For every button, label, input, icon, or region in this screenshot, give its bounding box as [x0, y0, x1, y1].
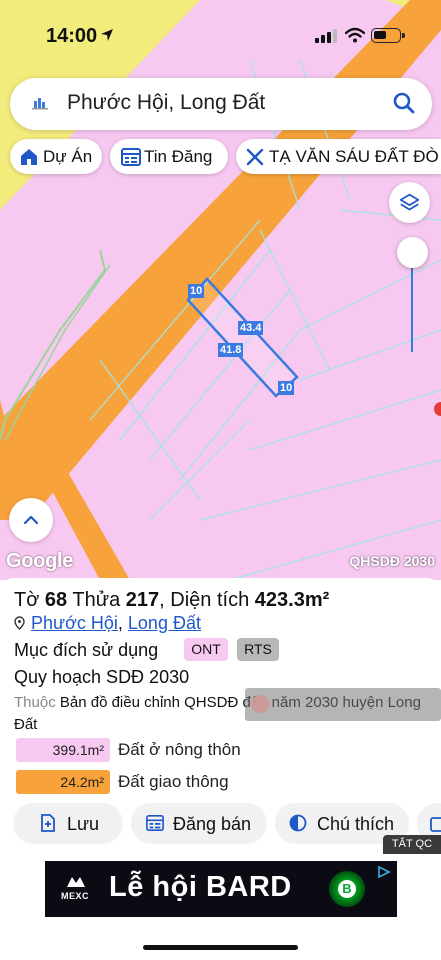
legend-label: Đất giao thông [118, 772, 229, 791]
share-icon [430, 817, 441, 832]
purpose-tag-rts[interactable]: RTS [237, 638, 279, 661]
post-icon [146, 814, 164, 832]
parcel-edge-label: 10 [188, 284, 205, 298]
layers-button[interactable] [389, 182, 430, 223]
save-icon [41, 814, 55, 832]
chip-label: TẠ VĂN SÁU ĐẤT ĐÒ [269, 147, 439, 166]
chip-user-filter[interactable]: TẠ VĂN SÁU ĐẤT ĐÒ [236, 139, 441, 174]
selected-parcel[interactable] [186, 277, 299, 398]
close-ad-button[interactable]: TẮT QC [383, 835, 441, 854]
post-for-sale-button[interactable]: Đăng bán [131, 803, 267, 844]
ad-text: Lễ hội BARD [109, 871, 292, 903]
legend-icon [289, 814, 307, 832]
save-button[interactable]: Lưu [13, 803, 123, 844]
map-layer-name: QHSDĐ 2030 [349, 553, 435, 569]
wifi-icon [345, 27, 365, 43]
post-label: Đăng bán [173, 814, 252, 834]
ward-link[interactable]: Phước Hội [31, 613, 118, 633]
parcel-title: Tờ 68 Thửa 217, Diện tích 423.3m² [14, 589, 330, 611]
parcel-location: Phước Hội, Long Đất [14, 613, 201, 634]
save-label: Lưu [67, 814, 100, 834]
plan-label: Quy hoạch SDĐ 2030 [14, 667, 190, 687]
layers-icon [399, 193, 420, 211]
home-indicator[interactable] [143, 945, 298, 950]
search-input[interactable]: Phước Hội, Long Đất [67, 91, 265, 115]
legend-label: Đất ở nông thôn [118, 740, 241, 759]
purpose-label: Mục đích sử dụng [14, 640, 159, 660]
list-icon [121, 148, 141, 166]
location-arrow-icon [101, 29, 113, 41]
expand-panel-button[interactable] [9, 498, 53, 542]
parcel-edge-label: 43.4 [238, 321, 264, 335]
chip-label: Dự Án [43, 147, 93, 166]
opacity-slider-track[interactable] [411, 254, 413, 352]
avatar [251, 695, 269, 713]
chip-du-an[interactable]: Dự Án [10, 139, 102, 174]
location-pin-icon[interactable] [434, 402, 441, 416]
google-attribution: Google [6, 550, 74, 572]
map-pin-icon [14, 616, 25, 630]
ad-banner[interactable]: MEXC Lễ hội BARD B [45, 861, 397, 917]
chevron-up-icon [23, 515, 39, 525]
search-bar[interactable]: Phước Hội, Long Đất [10, 78, 432, 130]
parcel-info-panel: Tờ 68 Thửa 217, Diện tích 423.3m² Phước … [0, 578, 441, 851]
coin-icon: B [329, 871, 365, 907]
mexc-logo-icon [67, 877, 85, 887]
status-time: 14:00 [46, 25, 98, 47]
legend-swatch: 24.2m² [16, 770, 110, 794]
chip-tin-dang[interactable]: Tin Đăng [110, 139, 228, 174]
ad-brand: MEXC [61, 891, 90, 901]
house-icon [21, 149, 37, 165]
legend-swatch: 399.1m² [16, 738, 110, 762]
status-bar: 14:00 [0, 0, 441, 60]
search-icon[interactable] [392, 91, 416, 115]
battery-icon [371, 28, 405, 43]
app-logo-icon [32, 98, 48, 110]
cellular-signal-icon [315, 29, 337, 43]
parcel-edge-label: 41.8 [218, 343, 244, 357]
adchoices-icon[interactable] [377, 865, 391, 879]
legend-label: Chú thích [317, 814, 395, 834]
tools-icon [246, 148, 264, 166]
chip-label: Tin Đăng [144, 147, 213, 166]
opacity-slider-knob[interactable] [397, 237, 428, 268]
district-link[interactable]: Long Đất [128, 613, 201, 633]
parcel-edge-label: 10 [278, 381, 295, 395]
video-thumbnail-overlay[interactable] [245, 688, 441, 721]
purpose-tag-ont[interactable]: ONT [184, 638, 228, 661]
